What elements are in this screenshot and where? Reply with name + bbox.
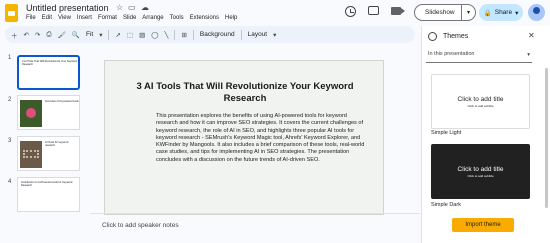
image-icon[interactable]: ▨ — [139, 31, 145, 39]
thumbnail-image — [20, 141, 42, 168]
move-folder-icon[interactable]: ▭ — [128, 3, 136, 12]
slide-number: 4 — [8, 179, 12, 185]
theme-name: Simple Light — [431, 130, 462, 136]
slideshow-label: Slideshow — [425, 9, 455, 16]
slide-number: 3 — [8, 138, 12, 144]
cloud-saved-icon[interactable]: ☁ — [141, 3, 149, 12]
menu-arrange[interactable]: Arrange — [142, 15, 163, 21]
menu-format[interactable]: Format — [98, 15, 117, 21]
slide-number: 2 — [8, 97, 12, 103]
share-button[interactable]: 🔒 Share ▾ — [479, 4, 523, 21]
new-slide-icon[interactable]: ＋ — [11, 30, 18, 40]
slideshow-dropdown-icon[interactable]: ▾ — [461, 5, 475, 20]
layout-button[interactable]: Layout — [248, 31, 268, 38]
slide-thumbnail-4[interactable]: Introduction to AI-Powered tools for Key… — [17, 177, 80, 212]
avatar[interactable] — [528, 4, 545, 21]
notes-divider[interactable] — [90, 213, 420, 214]
slide-title[interactable]: 3 AI Tools That Will Revolutionize Your … — [105, 81, 385, 105]
zoom-icon[interactable]: 🔍 — [72, 31, 80, 39]
menu-insert[interactable]: Insert — [77, 15, 92, 21]
chevron-down-icon[interactable]: ▾ — [273, 31, 276, 39]
theme-name: Simple Dark — [431, 202, 461, 208]
meet-icon[interactable] — [391, 7, 405, 15]
slides-logo[interactable] — [5, 4, 18, 22]
menu-extensions[interactable]: Extensions — [190, 15, 219, 21]
slide-number: 1 — [8, 55, 12, 61]
theme-card-simple-light[interactable]: Click to add title Click to add subtitle — [431, 74, 530, 129]
theme-card-title: Click to add title — [457, 95, 504, 103]
chevron-down-icon: ▾ — [515, 9, 519, 17]
thumbnail-text: AI Tools for keyword research — [45, 141, 69, 147]
chevron-down-icon: ▾ — [527, 52, 530, 58]
slide-thumbnail-2[interactable]: Overview of AI-powered tools — [17, 95, 80, 130]
comment-add-icon[interactable]: ⊞ — [181, 31, 186, 39]
theme-card-subtitle: Click to add subtitle — [467, 173, 494, 178]
toolbar: ＋ ↶ ↷ ⎙ 🖌 🔍 Fit ▾ ➚ ⬚ ▨ ◯ ╲ ⊞ Background… — [5, 26, 415, 43]
menu-slide[interactable]: Slide — [123, 15, 136, 21]
paint-format-icon[interactable]: 🖌 — [58, 31, 66, 39]
slideshow-button[interactable]: Slideshow ▾ — [414, 4, 476, 21]
divider — [108, 29, 110, 40]
textbox-icon[interactable]: ⬚ — [127, 31, 133, 39]
slide-thumbnail-1[interactable]: 3 AI Tools That Will Revolutionize Your … — [17, 55, 80, 90]
panel-title: Themes — [443, 33, 469, 40]
speaker-notes[interactable]: Click to add speaker notes — [102, 222, 179, 229]
divider — [174, 29, 176, 40]
shape-icon[interactable]: ◯ — [151, 31, 158, 39]
slide-canvas[interactable]: 3 AI Tools That Will Revolutionize Your … — [104, 60, 384, 215]
version-history-icon[interactable] — [345, 6, 356, 17]
comments-icon[interactable] — [368, 6, 379, 15]
thumbnail-text: Introduction to AI-Powered tools for Key… — [21, 181, 73, 187]
thumbnail-text: Overview of AI-powered tools — [45, 100, 79, 103]
line-icon[interactable]: ╲ — [165, 31, 169, 39]
chevron-down-icon[interactable]: ▾ — [99, 31, 102, 39]
slide-body[interactable]: This presentation explores the benefits … — [156, 113, 366, 164]
menu-tools[interactable]: Tools — [170, 15, 184, 21]
menu-bar: File Edit View Insert Format Slide Arran… — [26, 15, 237, 21]
theme-card-simple-dark[interactable]: Click to add title Click to add subtitle — [431, 144, 530, 199]
thumbnail-image — [20, 100, 42, 127]
document-title[interactable]: Untitled presentation — [26, 3, 109, 13]
menu-edit[interactable]: Edit — [42, 15, 52, 21]
slide-thumbnail-3[interactable]: AI Tools for keyword research — [17, 136, 80, 171]
menu-view[interactable]: View — [58, 15, 71, 21]
menu-file[interactable]: File — [26, 15, 36, 21]
theme-card-subtitle: Click to add subtitle — [467, 103, 494, 108]
palette-icon — [428, 32, 437, 41]
close-icon[interactable]: ✕ — [528, 31, 535, 40]
panel-scrollbar[interactable] — [545, 68, 548, 208]
divider — [240, 29, 242, 40]
zoom-select[interactable]: Fit — [86, 31, 93, 38]
filter-label: In this presentation — [428, 51, 475, 57]
star-icon[interactable]: ☆ — [116, 3, 123, 12]
import-theme-button[interactable]: Import theme — [452, 218, 514, 232]
background-button[interactable]: Background — [200, 31, 235, 38]
thumbnail-text: 3 AI Tools That Will Revolutionize Your … — [22, 60, 77, 66]
menu-help[interactable]: Help — [225, 15, 237, 21]
theme-card-title: Click to add title — [457, 165, 504, 173]
print-icon[interactable]: ⎙ — [46, 31, 51, 39]
share-label: Share — [494, 9, 513, 16]
lock-icon: 🔒 — [483, 9, 492, 17]
undo-icon[interactable]: ↶ — [24, 31, 29, 39]
theme-filter-select[interactable]: In this presentation ▾ — [426, 51, 532, 63]
redo-icon[interactable]: ↷ — [35, 31, 40, 39]
select-icon[interactable]: ➚ — [115, 31, 120, 39]
divider — [192, 29, 194, 40]
